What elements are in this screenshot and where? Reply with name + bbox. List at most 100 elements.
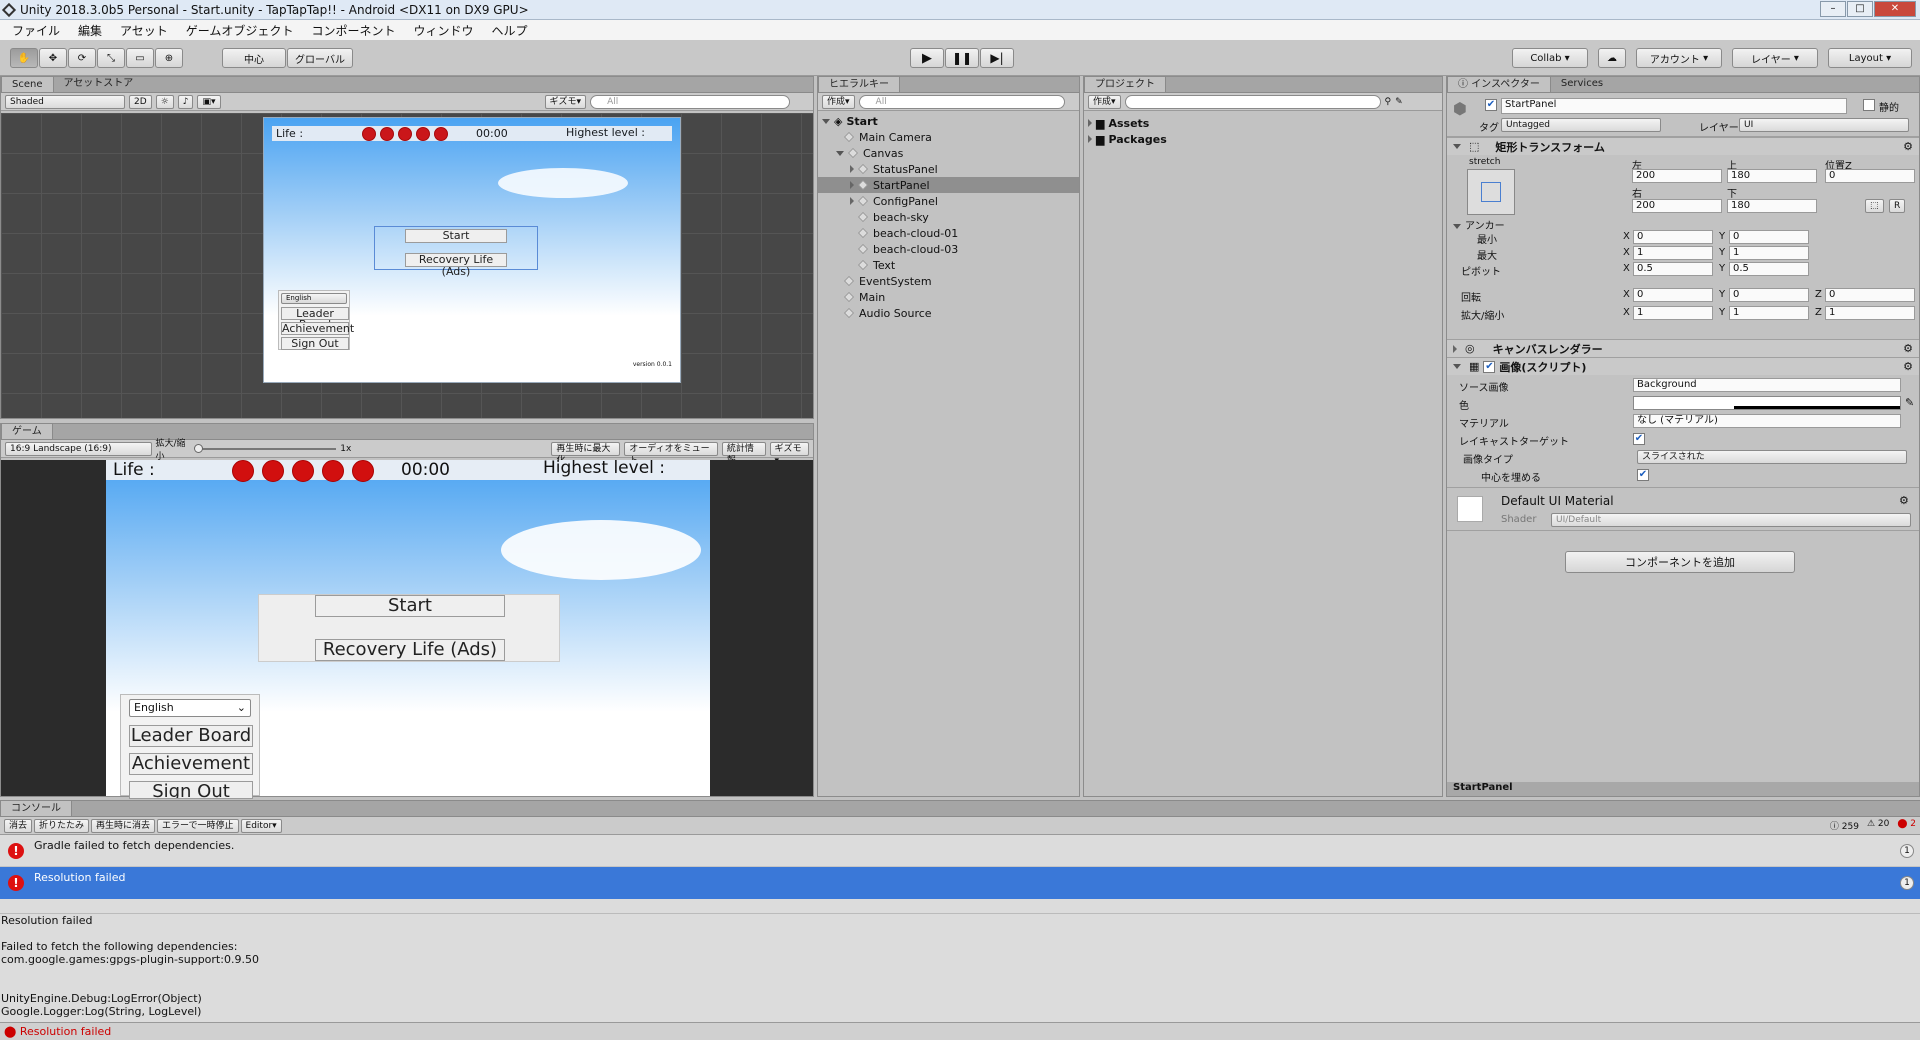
hierarchy-item[interactable]: Canvas: [818, 145, 1079, 161]
gear-icon[interactable]: ⚙: [1903, 140, 1913, 153]
scene-search-input[interactable]: All: [590, 94, 791, 109]
rotation-x-field[interactable]: 0: [1633, 288, 1713, 302]
hierarchy-item[interactable]: Main Camera: [818, 129, 1079, 145]
hierarchy-item[interactable]: Text: [818, 257, 1079, 273]
rotation-y-field[interactable]: 0: [1729, 288, 1809, 302]
expand-arrow-icon[interactable]: [850, 165, 854, 173]
game-language-dropdown[interactable]: English ⌄: [129, 699, 251, 717]
image-enabled-checkbox[interactable]: ✔: [1483, 360, 1496, 373]
left-field[interactable]: 200: [1632, 169, 1722, 183]
editor-dropdown[interactable]: Editor▾: [240, 818, 282, 833]
stats-toggle[interactable]: 統計情報: [721, 441, 766, 466]
menu-gameobject[interactable]: ゲームオブジェクト: [178, 22, 302, 39]
audio-icon[interactable]: ♪: [177, 94, 194, 109]
expand-arrow-icon[interactable]: [1453, 364, 1461, 369]
start-panel-rect[interactable]: Start Recovery Life (Ads): [374, 226, 538, 278]
maximize-icon[interactable]: □: [1847, 1, 1873, 17]
tab-inspector[interactable]: ⓘ インスペクター: [1447, 76, 1551, 92]
layout-dropdown[interactable]: Layout ▾: [1828, 48, 1912, 68]
tab-console[interactable]: コンソール: [0, 800, 72, 816]
move-tool-icon[interactable]: ✥: [39, 48, 67, 68]
anchor-max-y-field[interactable]: 1: [1729, 246, 1809, 260]
menu-edit[interactable]: 編集: [70, 22, 110, 39]
aspect-dropdown[interactable]: 16:9 Landscape (16:9): [5, 441, 152, 456]
tab-scene[interactable]: Scene: [1, 76, 54, 92]
canvas-renderer-header[interactable]: ◎ キャンバスレンダラー ⚙: [1447, 339, 1919, 357]
warn-count-toggle[interactable]: ⚠ 20: [1867, 819, 1889, 832]
tab-game[interactable]: ゲーム: [1, 423, 53, 439]
game-achievement-button[interactable]: Achievement: [129, 753, 253, 775]
right-field[interactable]: 200: [1632, 199, 1722, 213]
expand-arrow-icon[interactable]: [1088, 135, 1092, 143]
collab-dropdown[interactable]: Collab ▾: [1512, 48, 1588, 68]
hand-tool-icon[interactable]: ✋: [10, 48, 38, 68]
scene-root-item[interactable]: ◈ Start: [818, 113, 1079, 129]
add-component-button[interactable]: コンポーネントを追加: [1565, 551, 1795, 573]
transform-tool-icon[interactable]: ⊕: [155, 48, 183, 68]
blueprint-mode-button[interactable]: ⬚: [1865, 199, 1884, 213]
expand-arrow-icon[interactable]: [836, 150, 844, 156]
minimize-icon[interactable]: –: [1820, 1, 1846, 17]
anchor-min-y-field[interactable]: 0: [1729, 230, 1809, 244]
game-start-button[interactable]: Start: [315, 595, 505, 617]
raycast-checkbox[interactable]: ✔: [1633, 433, 1645, 445]
shading-dropdown[interactable]: Shaded: [5, 94, 125, 109]
tab-project[interactable]: プロジェクト: [1084, 76, 1166, 92]
image-component-header[interactable]: ▦ ✔ 画像(スクリプト) ⚙: [1447, 357, 1919, 375]
filter-icon[interactable]: ⚲: [1385, 97, 1392, 107]
label-icon[interactable]: ✎: [1395, 97, 1403, 107]
posz-field[interactable]: 0: [1825, 169, 1915, 183]
active-checkbox[interactable]: ✔: [1485, 99, 1497, 111]
bottom-field[interactable]: 180: [1727, 199, 1817, 213]
pivot-y-field[interactable]: 0.5: [1729, 262, 1809, 276]
console-entry[interactable]: ! Gradle failed to fetch dependencies. 1: [0, 835, 1920, 867]
rect-tool-icon[interactable]: ▭: [126, 48, 154, 68]
expand-arrow-icon[interactable]: [822, 118, 830, 124]
mute-audio-toggle[interactable]: オーディオをミュート: [624, 441, 718, 466]
game-signout-button[interactable]: Sign Out: [129, 781, 253, 799]
pivot-x-field[interactable]: 0.5: [1633, 262, 1713, 276]
layers-dropdown[interactable]: レイヤー ▾: [1732, 48, 1818, 68]
color-field[interactable]: [1633, 396, 1901, 410]
clear-on-play-toggle[interactable]: 再生時に消去: [91, 818, 156, 833]
clear-button[interactable]: 消去: [4, 818, 33, 833]
hierarchy-search-input[interactable]: All: [858, 94, 1065, 109]
error-count-toggle[interactable]: ⬤ 2: [1897, 819, 1916, 832]
rect-transform-header[interactable]: ⬚ 矩形トランスフォーム ⚙: [1447, 137, 1919, 155]
collapse-toggle[interactable]: 折りたたみ: [34, 818, 90, 833]
pivot-center-button[interactable]: 中心: [222, 48, 286, 68]
scale-slider[interactable]: [194, 443, 337, 453]
play-icon[interactable]: ▶: [910, 48, 944, 68]
log-count-toggle[interactable]: ⓘ 259: [1830, 819, 1859, 832]
anchor-min-x-field[interactable]: 0: [1633, 230, 1713, 244]
hierarchy-item[interactable]: StatusPanel: [818, 161, 1079, 177]
project-search-input[interactable]: [1124, 94, 1381, 109]
menu-file[interactable]: ファイル: [4, 22, 68, 39]
expand-arrow-icon[interactable]: [1453, 344, 1457, 353]
fill-center-checkbox[interactable]: ✔: [1637, 469, 1649, 481]
game-view[interactable]: Life : 00:00 Highest level : Start Recov…: [1, 458, 813, 799]
material-field[interactable]: なし (マテリアル): [1633, 414, 1901, 428]
menu-component[interactable]: コンポーネント: [303, 22, 403, 39]
hierarchy-item[interactable]: beach-cloud-03: [818, 241, 1079, 257]
rotation-z-field[interactable]: 0: [1825, 288, 1915, 302]
scene-view[interactable]: Life : 00:00 Highest level : Start Recov…: [1, 113, 813, 418]
console-detail[interactable]: Resolution failed Failed to fetch the fol…: [0, 913, 1920, 1017]
game-leaderboard-button[interactable]: Leader Board: [129, 725, 253, 747]
step-icon[interactable]: ▶|: [980, 48, 1014, 68]
cloud-icon[interactable]: ☁: [1598, 48, 1626, 68]
close-icon[interactable]: ✕: [1874, 1, 1916, 17]
tab-hierarchy[interactable]: ヒエラルキー: [818, 76, 900, 92]
expand-arrow-icon[interactable]: [850, 197, 854, 205]
anchor-preset-button[interactable]: [1467, 169, 1515, 215]
source-image-field[interactable]: Background: [1633, 378, 1901, 392]
gear-icon[interactable]: ⚙: [1899, 494, 1909, 507]
error-pause-toggle[interactable]: エラーで一時停止: [157, 818, 239, 833]
light-icon[interactable]: ☼: [155, 94, 174, 109]
scene-gizmos-dropdown[interactable]: ギズモ▾: [544, 94, 587, 109]
project-create-dropdown[interactable]: 作成▾: [1088, 94, 1121, 109]
rotate-tool-icon[interactable]: ⟳: [68, 48, 96, 68]
hierarchy-create-dropdown[interactable]: 作成▾: [822, 94, 855, 109]
scale-z-field[interactable]: 1: [1825, 306, 1915, 320]
menu-assets[interactable]: アセット: [112, 22, 176, 39]
